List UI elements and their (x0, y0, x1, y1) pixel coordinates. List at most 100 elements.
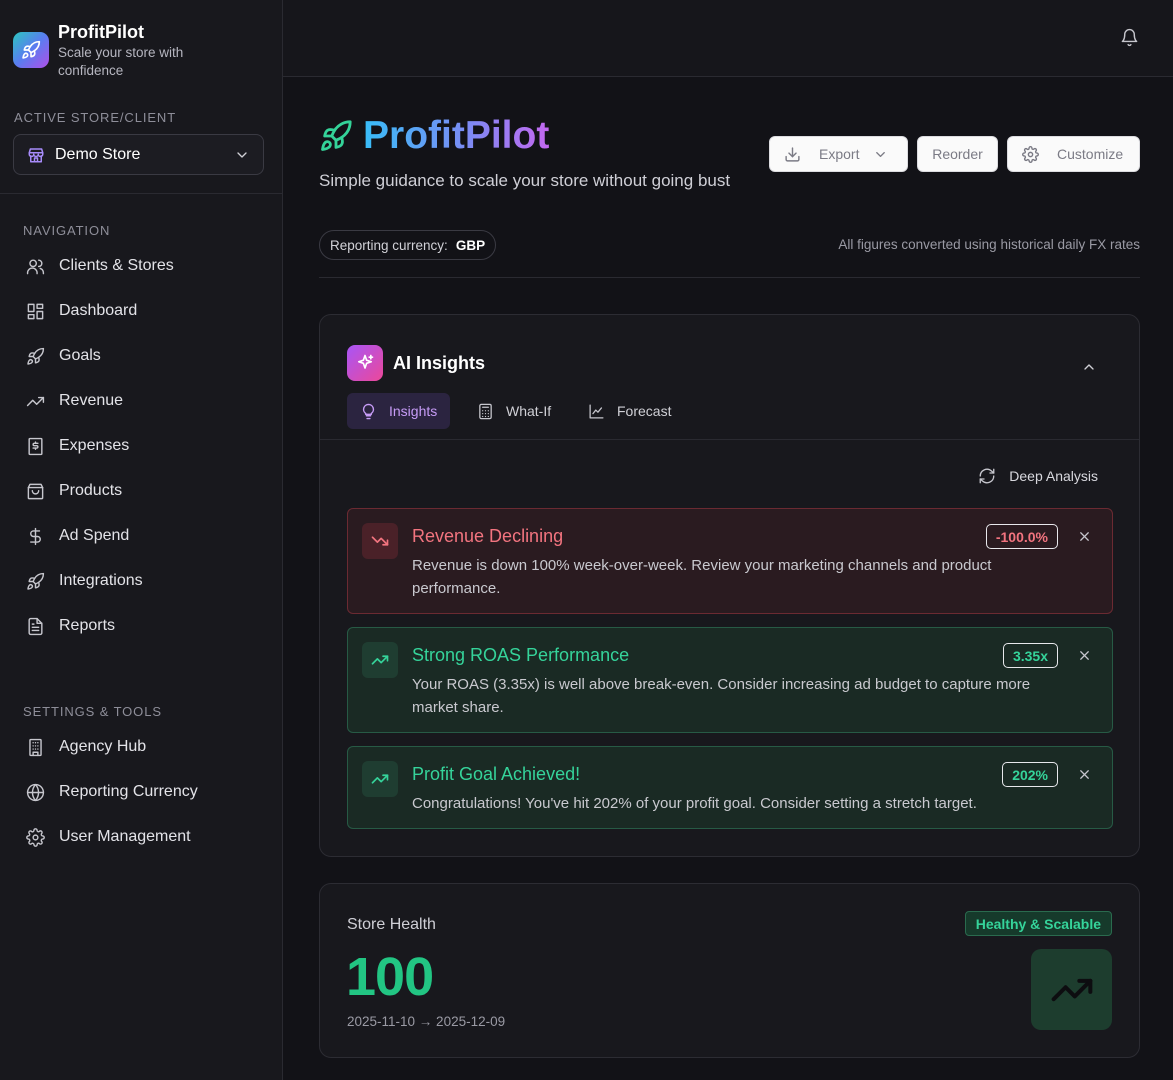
users-icon (26, 257, 45, 276)
sidebar-item-products[interactable]: Products (26, 479, 122, 503)
insight-card: Strong ROAS Performance Your ROAS (3.35x… (347, 627, 1113, 733)
insight-body: Revenue is down 100% week-over-week. Rev… (412, 557, 992, 597)
gear-icon (1022, 145, 1039, 163)
shopping-bag-icon (26, 482, 45, 501)
chevron-up-icon[interactable] (1081, 359, 1097, 375)
store-select[interactable]: Demo Store (13, 134, 264, 175)
sidebar-item-label: Products (59, 482, 123, 499)
dashboard-icon (26, 302, 45, 321)
insight-card: Profit Goal Achieved! Congratulations! Y… (347, 746, 1113, 829)
trending-up-icon (362, 642, 398, 678)
insight-card: Revenue Declining Revenue is down 100% w… (347, 508, 1113, 614)
customize-button[interactable]: Customize (1007, 136, 1140, 172)
gear-icon (26, 827, 45, 847)
sidebar-item-label: Agency Hub (59, 738, 147, 755)
page-title-row: ProfitPilot (319, 114, 549, 158)
sidebar-item-user-management[interactable]: User Management (26, 825, 191, 849)
sidebar-item-label: Dashboard (59, 302, 138, 319)
reorder-button[interactable]: Reorder (917, 136, 998, 172)
export-button[interactable]: Export (769, 136, 908, 172)
trending-down-icon (362, 523, 398, 559)
deep-analysis-button[interactable]: Deep Analysis (978, 467, 1098, 485)
sidebar-item-ad-spend[interactable]: Ad Spend (26, 524, 129, 548)
file-icon (26, 617, 45, 636)
brand[interactable]: ProfitPilot Scale your store with confid… (13, 22, 228, 80)
sidebar-item-label: Clients & Stores (59, 257, 174, 274)
trending-up-icon (1031, 949, 1112, 1030)
sidebar-item-label: Integrations (59, 572, 143, 589)
ai-insights-card: AI Insights Insights What-If Forecast De… (319, 314, 1140, 857)
sidebar-item-agency-hub[interactable]: Agency Hub (26, 735, 146, 759)
page-subtitle: Simple guidance to scale your store with… (319, 171, 731, 190)
app-name: ProfitPilot (58, 22, 144, 42)
tab-insights[interactable]: Insights (347, 393, 451, 429)
insight-title: Profit Goal Achieved! (412, 764, 581, 784)
insight-badge: -100.0% (985, 524, 1058, 549)
date-range: 2025-11-10 → 2025-12-09 (347, 1014, 506, 1029)
store-select-value: Demo Store (55, 145, 141, 163)
sidebar-item-label: User Management (59, 828, 191, 845)
sidebar: ProfitPilot Scale your store with confid… (0, 0, 283, 1080)
tab-label: Forecast (617, 403, 672, 419)
insight-badge: 3.35x (1002, 643, 1058, 668)
deep-analysis-label: Deep Analysis (1009, 468, 1098, 484)
currency-pill: Reporting currency: GBP (319, 230, 497, 260)
tab-what-if[interactable]: What-If (464, 393, 564, 429)
store-section-label: ACTIVE STORE/CLIENT (14, 110, 177, 125)
status-badge: Healthy & Scalable (964, 911, 1112, 936)
store-health-card: Store Health Healthy & Scalable 100 2025… (319, 883, 1140, 1058)
insight-body: Your ROAS (3.35x) is well above break-ev… (412, 676, 1031, 716)
store-icon (27, 146, 45, 164)
header-divider (319, 277, 1140, 278)
bell-icon[interactable] (1120, 28, 1139, 47)
rocket-icon (26, 572, 45, 591)
page-title: ProfitPilot (363, 114, 550, 157)
sparkles-icon (347, 345, 383, 381)
trending-up-icon (26, 392, 45, 411)
fx-note: All figures converted using historical d… (838, 237, 1140, 252)
sidebar-item-dashboard[interactable]: Dashboard (26, 299, 137, 323)
export-label: Export (819, 146, 860, 162)
rocket-icon (319, 119, 353, 153)
tab-label: What-If (506, 403, 552, 419)
ai-insights-header: AI Insights (347, 345, 485, 381)
close-icon[interactable] (1077, 767, 1092, 782)
top-bar (283, 0, 1173, 77)
building-icon (26, 738, 45, 757)
reorder-label: Reorder (932, 146, 983, 162)
sidebar-divider (0, 193, 283, 194)
sidebar-item-revenue[interactable]: Revenue (26, 389, 123, 413)
dollar-icon (26, 527, 45, 546)
sidebar-item-label: Revenue (59, 392, 124, 409)
store-health-label: Store Health (347, 916, 436, 933)
sidebar-item-label: Reporting Currency (59, 783, 198, 800)
line-chart-icon (588, 403, 605, 420)
trending-up-icon (362, 761, 398, 797)
rocket-icon (26, 347, 45, 366)
rocket-logo-icon (13, 32, 49, 68)
chevron-down-icon (873, 147, 888, 162)
health-score: 100 (346, 947, 434, 1007)
insight-title: Strong ROAS Performance (412, 645, 630, 665)
currency-label: Reporting currency: (330, 237, 448, 253)
tab-label: Insights (389, 403, 438, 419)
insight-badge: 202% (1002, 762, 1058, 787)
nav-section-label: NAVIGATION (23, 223, 111, 238)
sidebar-item-expenses[interactable]: Expenses (26, 434, 129, 458)
sidebar-item-label: Goals (59, 347, 101, 364)
receipt-icon (26, 437, 45, 456)
calculator-icon (477, 403, 494, 420)
download-icon (784, 146, 801, 163)
close-icon[interactable] (1077, 529, 1092, 544)
sidebar-item-label: Ad Spend (59, 527, 130, 544)
sidebar-item-reports[interactable]: Reports (26, 614, 115, 638)
sidebar-item-label: Reports (59, 617, 116, 634)
tabs-divider (320, 439, 1139, 440)
sidebar-item-integrations[interactable]: Integrations (26, 569, 143, 593)
tab-forecast[interactable]: Forecast (575, 393, 684, 429)
currency-value: GBP (455, 237, 486, 253)
sidebar-item-clients-stores[interactable]: Clients & Stores (26, 254, 174, 278)
sidebar-item-goals[interactable]: Goals (26, 344, 101, 368)
sidebar-item-reporting-currency[interactable]: Reporting Currency (26, 780, 198, 804)
close-icon[interactable] (1077, 648, 1092, 663)
